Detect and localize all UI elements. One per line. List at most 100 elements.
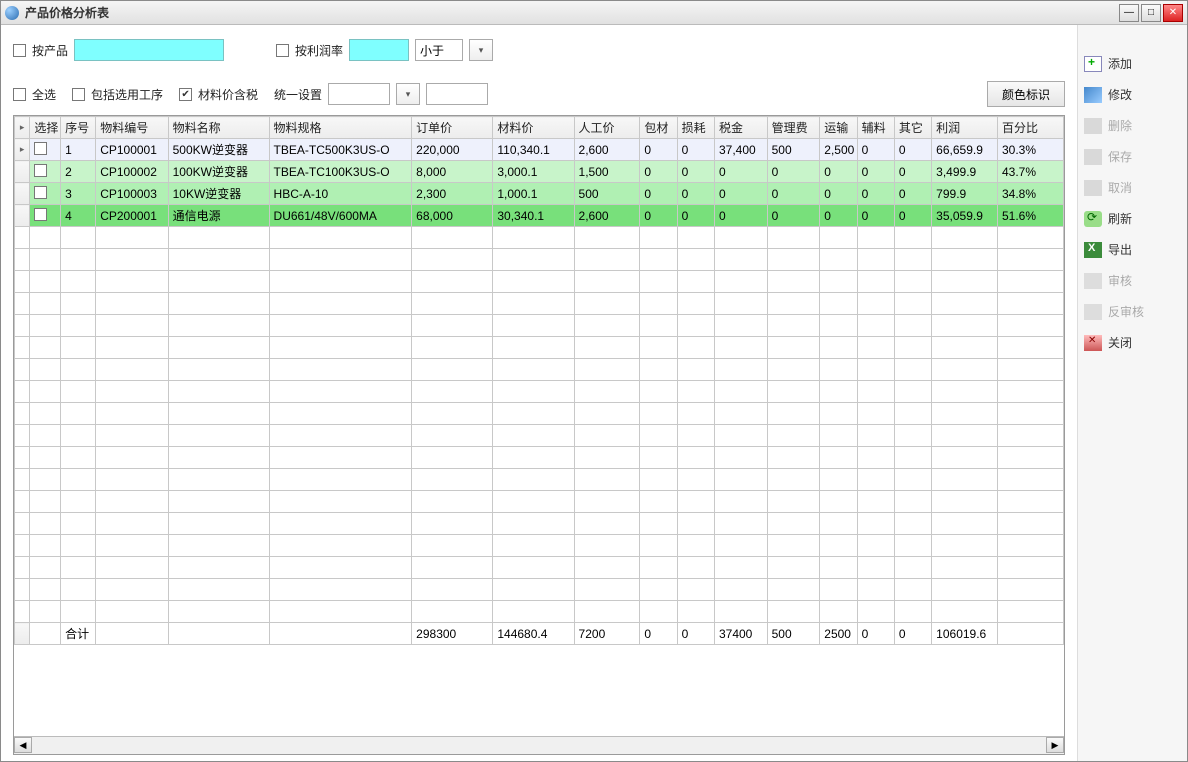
col-code[interactable]: 物料编号 bbox=[96, 117, 168, 139]
col-index[interactable]: 序号 bbox=[61, 117, 96, 139]
sidebar-item-label: 修改 bbox=[1108, 86, 1132, 103]
product-input[interactable] bbox=[74, 39, 224, 61]
close-button[interactable]: ✕ bbox=[1163, 4, 1183, 22]
totals-label: 合计 bbox=[61, 623, 96, 645]
col-ship[interactable]: 运输 bbox=[820, 117, 857, 139]
edit-icon bbox=[1084, 87, 1102, 103]
col-other[interactable]: 其它 bbox=[894, 117, 931, 139]
table-row[interactable]: 4CP200001通信电源DU661/48V/600MA 68,00030,34… bbox=[15, 205, 1064, 227]
by-profit-label: 按利润率 bbox=[295, 42, 343, 59]
col-price[interactable]: 订单价 bbox=[412, 117, 493, 139]
del-icon bbox=[1084, 118, 1102, 134]
unaudit-icon bbox=[1084, 304, 1102, 320]
maximize-button[interactable]: □ bbox=[1141, 4, 1161, 22]
table-row bbox=[15, 337, 1064, 359]
window-title: 产品价格分析表 bbox=[25, 4, 1119, 21]
sidebar-item-label: 取消 bbox=[1108, 179, 1132, 196]
col-name[interactable]: 物料名称 bbox=[168, 117, 269, 139]
col-mat[interactable]: 材料价 bbox=[493, 117, 574, 139]
profit-input[interactable] bbox=[349, 39, 409, 61]
table-row bbox=[15, 271, 1064, 293]
sidebar-item-label: 反审核 bbox=[1108, 303, 1144, 320]
col-tax[interactable]: 税金 bbox=[714, 117, 767, 139]
header-row: ▸ 选择 序号 物料编号 物料名称 物料规格 订单价 材料价 人工价 包材 损耗 bbox=[15, 117, 1064, 139]
table-row bbox=[15, 381, 1064, 403]
select-all-checkbox[interactable] bbox=[13, 88, 26, 101]
color-mark-button[interactable]: 颜色标识 bbox=[987, 81, 1065, 107]
sidebar-item-label: 删除 bbox=[1108, 117, 1132, 134]
col-pack[interactable]: 包材 bbox=[640, 117, 677, 139]
select-all-label: 全选 bbox=[32, 86, 56, 103]
col-select[interactable]: 选择 bbox=[30, 117, 61, 139]
col-pct[interactable]: 百分比 bbox=[998, 117, 1064, 139]
table-row bbox=[15, 403, 1064, 425]
by-product-checkbox[interactable] bbox=[13, 44, 26, 57]
close-icon bbox=[1084, 335, 1102, 351]
col-spec[interactable]: 物料规格 bbox=[269, 117, 412, 139]
add-icon bbox=[1084, 56, 1102, 72]
titlebar: 产品价格分析表 — □ ✕ bbox=[1, 1, 1187, 25]
sidebar-item-export[interactable]: 导出 bbox=[1084, 241, 1181, 258]
table-row bbox=[15, 425, 1064, 447]
sidebar-item-edit[interactable]: 修改 bbox=[1084, 86, 1181, 103]
row-checkbox[interactable] bbox=[34, 208, 47, 221]
col-aux[interactable]: 辅料 bbox=[857, 117, 894, 139]
table-row bbox=[15, 513, 1064, 535]
col-mgmt[interactable]: 管理费 bbox=[767, 117, 820, 139]
row-checkbox[interactable] bbox=[34, 164, 47, 177]
table-row bbox=[15, 535, 1064, 557]
price-incl-tax-checkbox[interactable] bbox=[179, 88, 192, 101]
totals-row: 合计 298300 144680.4 7200 0 0 37400 500 25… bbox=[15, 623, 1064, 645]
sidebar-item-close[interactable]: 关闭 bbox=[1084, 334, 1181, 351]
sidebar-item-add[interactable]: 添加 bbox=[1084, 55, 1181, 72]
minimize-button[interactable]: — bbox=[1119, 4, 1139, 22]
include-proc-label: 包括选用工序 bbox=[91, 86, 163, 103]
col-profit[interactable]: 利润 bbox=[932, 117, 998, 139]
col-lab[interactable]: 人工价 bbox=[574, 117, 640, 139]
horizontal-scrollbar[interactable]: ◀ ▶ bbox=[14, 736, 1064, 754]
settings-bar: 全选 包括选用工序 材料价含税 统一设置 ▾ 颜色标识 bbox=[13, 81, 1065, 107]
table-row bbox=[15, 293, 1064, 315]
compare-dropdown-arrow[interactable]: ▾ bbox=[469, 39, 493, 61]
action-sidebar: 添加修改删除保存取消刷新导出审核反审核关闭 bbox=[1077, 25, 1187, 761]
batch-set-field-select[interactable] bbox=[328, 83, 390, 105]
sidebar-item-label: 刷新 bbox=[1108, 210, 1132, 227]
row-handle-header: ▸ bbox=[15, 117, 30, 139]
filter-bar: 按产品 按利润率 小于 ▾ bbox=[13, 39, 1065, 61]
sidebar-item-label: 关闭 bbox=[1108, 334, 1132, 351]
cancel-icon bbox=[1084, 180, 1102, 196]
batch-set-label: 统一设置 bbox=[274, 86, 322, 103]
by-product-label: 按产品 bbox=[32, 42, 68, 59]
row-checkbox[interactable] bbox=[34, 142, 47, 155]
table-row bbox=[15, 601, 1064, 623]
scroll-left-icon[interactable]: ◀ bbox=[14, 737, 32, 753]
sidebar-item-save: 保存 bbox=[1084, 148, 1181, 165]
table-row bbox=[15, 447, 1064, 469]
table-row bbox=[15, 579, 1064, 601]
table-row bbox=[15, 469, 1064, 491]
table-row bbox=[15, 359, 1064, 381]
sidebar-item-unaudit: 反审核 bbox=[1084, 303, 1181, 320]
batch-set-dropdown-arrow[interactable]: ▾ bbox=[396, 83, 420, 105]
table-row[interactable]: 3CP10000310KW逆变器HBC-A-10 2,3001,000.1500… bbox=[15, 183, 1064, 205]
table-row bbox=[15, 315, 1064, 337]
price-incl-tax-label: 材料价含税 bbox=[198, 86, 258, 103]
sidebar-item-label: 导出 bbox=[1108, 241, 1132, 258]
export-icon bbox=[1084, 242, 1102, 258]
save-icon bbox=[1084, 149, 1102, 165]
row-checkbox[interactable] bbox=[34, 186, 47, 199]
audit-icon bbox=[1084, 273, 1102, 289]
sidebar-item-refresh[interactable]: 刷新 bbox=[1084, 210, 1181, 227]
table-row[interactable]: 2CP100002100KW逆变器TBEA-TC100K3US-O 8,0003… bbox=[15, 161, 1064, 183]
scroll-right-icon[interactable]: ▶ bbox=[1046, 737, 1064, 753]
table-row bbox=[15, 227, 1064, 249]
compare-dropdown[interactable]: 小于 bbox=[415, 39, 463, 61]
by-profit-checkbox[interactable] bbox=[276, 44, 289, 57]
table-row bbox=[15, 249, 1064, 271]
table-row[interactable]: ▸ 1CP100001500KW逆变器TBEA-TC500K3US-O 220,… bbox=[15, 139, 1064, 161]
include-proc-checkbox[interactable] bbox=[72, 88, 85, 101]
col-loss[interactable]: 损耗 bbox=[677, 117, 714, 139]
table-row bbox=[15, 491, 1064, 513]
app-icon bbox=[5, 6, 19, 20]
batch-set-value-input[interactable] bbox=[426, 83, 488, 105]
